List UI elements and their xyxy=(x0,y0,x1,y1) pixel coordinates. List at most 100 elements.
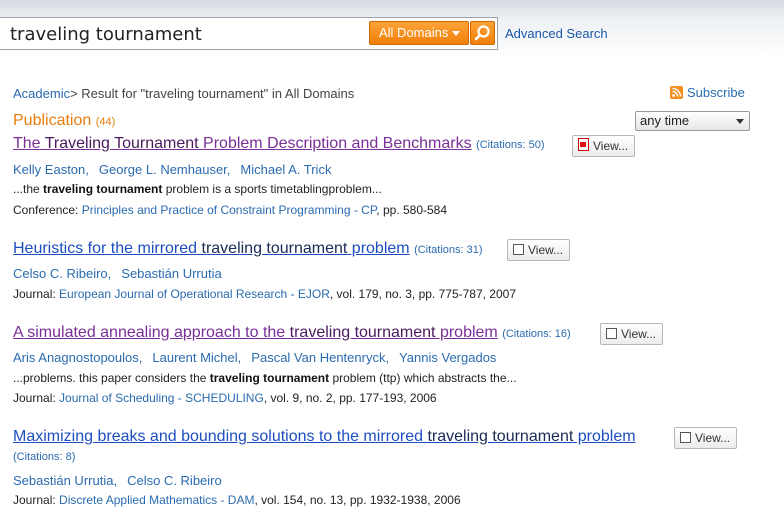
author-separator: , xyxy=(113,473,118,488)
author-list: Celso C. Ribeiro, Sebastián Urrutia xyxy=(13,266,222,281)
venue-link[interactable]: Discrete Applied Mathematics - DAM xyxy=(59,493,254,507)
author-link[interactable]: Kelly Easton xyxy=(13,162,85,177)
author-link[interactable]: Pascal Van Hentenryck xyxy=(251,350,385,365)
section-title: Publication xyxy=(13,112,92,129)
view-button-label: View... xyxy=(528,243,564,257)
venue-type: Conference: xyxy=(13,203,79,217)
author-list: Sebastián Urrutia, Celso C. Ribeiro xyxy=(13,473,222,488)
breadcrumb-academic-link[interactable]: Academic xyxy=(13,86,70,101)
external-link-icon xyxy=(513,244,524,255)
caret-down-icon xyxy=(736,119,744,124)
author-link[interactable]: Aris Anagnostopoulos xyxy=(13,350,139,365)
result-title: Maximizing breaks and bounding solutions… xyxy=(13,428,636,446)
snippet-text: ...problems. this paper considers the xyxy=(13,371,210,385)
citations-link[interactable]: (Citations: 31) xyxy=(414,244,482,256)
subscribe-link[interactable]: Subscribe xyxy=(670,85,745,100)
title-highlight: traveling tournament xyxy=(201,240,348,257)
result-snippet: ...the traveling tournament problem is a… xyxy=(13,182,382,196)
result-title-link[interactable]: A simulated annealing approach to the tr… xyxy=(13,324,498,341)
result-title: A simulated annealing approach to the tr… xyxy=(13,324,571,342)
view-button-label: View... xyxy=(621,327,657,341)
view-button[interactable]: View... xyxy=(600,323,664,345)
venue-type: Journal: xyxy=(13,391,56,405)
result-title-link[interactable]: The Traveling Tournament Problem Descrip… xyxy=(13,135,472,152)
author-link[interactable]: Celso C. Ribeiro xyxy=(13,266,108,281)
author-link[interactable]: Yannis Vergados xyxy=(399,350,496,365)
result-venue: Journal: Discrete Applied Mathematics - … xyxy=(13,493,461,507)
result-title: Heuristics for the mirrored traveling to… xyxy=(13,240,483,258)
citations-link[interactable]: (Citations: 50) xyxy=(476,139,544,151)
view-button-label: View... xyxy=(593,139,629,153)
venue-details: , vol. 179, no. 3, pp. 775-787, 2007 xyxy=(329,287,516,301)
search-query-text: traveling tournament xyxy=(10,24,202,45)
result-venue: Journal: European Journal of Operational… xyxy=(13,287,516,301)
title-highlight: traveling tournament xyxy=(289,324,436,341)
venue-type: Journal: xyxy=(13,493,56,507)
snippet-text: problem (ttp) which abstracts the... xyxy=(329,371,517,385)
author-separator: , xyxy=(237,350,242,365)
title-text: Heuristics for the mirrored xyxy=(13,240,202,257)
title-text: problem xyxy=(347,240,410,257)
venue-link[interactable]: Journal of Scheduling - SCHEDULING xyxy=(59,391,264,405)
view-button[interactable]: View... xyxy=(507,239,571,261)
result-title: The Traveling Tournament Problem Descrip… xyxy=(13,135,545,153)
section-count: (44) xyxy=(95,116,116,128)
domain-dropdown[interactable]: All Domains xyxy=(369,21,469,45)
author-separator: , xyxy=(107,266,112,281)
author-link[interactable]: Michael A. Trick xyxy=(240,162,331,177)
breadcrumb: Academic> Result for "traveling tourname… xyxy=(13,86,354,101)
domain-dropdown-label: All Domains xyxy=(379,25,449,40)
author-link[interactable]: Sebastián Urrutia xyxy=(13,473,113,488)
external-link-icon xyxy=(606,328,617,339)
snippet-text: ...the xyxy=(13,182,44,196)
result-title-link[interactable]: Heuristics for the mirrored traveling to… xyxy=(13,240,410,257)
result-title-link[interactable]: Maximizing breaks and bounding solutions… xyxy=(13,428,636,445)
citations-link[interactable]: (Citations: 8) xyxy=(13,451,75,463)
view-button[interactable]: View... xyxy=(674,427,738,449)
author-separator: , xyxy=(85,162,89,177)
section-heading: Publication (44) xyxy=(13,112,115,130)
snippet-highlight: traveling tournament xyxy=(43,182,163,196)
author-separator: , xyxy=(138,350,143,365)
venue-type: Journal: xyxy=(13,287,56,301)
citations-link[interactable]: (Citations: 16) xyxy=(502,328,570,340)
venue-link[interactable]: Principles and Practice of Constraint Pr… xyxy=(82,203,377,217)
view-button-label: View... xyxy=(695,431,731,445)
time-filter-select[interactable]: any time xyxy=(635,111,750,131)
author-link[interactable]: Sebastián Urrutia xyxy=(121,266,221,281)
title-text: problem xyxy=(573,428,636,445)
subscribe-label: Subscribe xyxy=(687,85,745,100)
venue-link[interactable]: European Journal of Operational Research… xyxy=(59,287,330,301)
snippet-highlight: traveling tournament xyxy=(209,371,330,385)
title-text: Problem Description and Benchmarks xyxy=(198,135,472,152)
result-venue: Conference: Principles and Practice of C… xyxy=(13,203,447,217)
venue-details: , vol. 9, no. 2, pp. 177-193, 2006 xyxy=(263,391,437,405)
advanced-search-link[interactable]: Advanced Search xyxy=(505,26,608,41)
venue-details: , vol. 154, no. 13, pp. 1932-1938, 2006 xyxy=(254,493,461,507)
view-button[interactable]: View... xyxy=(572,135,636,157)
search-button[interactable] xyxy=(470,21,495,45)
result-venue: Journal: Journal of Scheduling - SCHEDUL… xyxy=(13,391,437,405)
author-list: Aris Anagnostopoulos, Laurent Michel, Pasc… xyxy=(13,350,496,365)
title-highlight: traveling tournament xyxy=(427,428,574,445)
author-separator: , xyxy=(226,162,231,177)
title-highlight: Traveling Tournament xyxy=(44,135,199,152)
breadcrumb-text: Result for "traveling tournament" in All… xyxy=(81,86,355,101)
venue-details: , pp. 580-584 xyxy=(376,203,448,217)
rss-icon xyxy=(670,86,683,99)
title-text: problem xyxy=(435,324,498,341)
caret-down-icon xyxy=(452,31,460,36)
author-link[interactable]: Celso C. Ribeiro xyxy=(127,473,222,488)
snippet-text: problem is a sports timetablingproblem..… xyxy=(162,182,382,196)
result-snippet: ...problems. this paper considers the tr… xyxy=(13,371,517,385)
breadcrumb-separator: > xyxy=(70,86,78,101)
pdf-icon xyxy=(578,138,589,151)
author-link[interactable]: George L. Nemhauser xyxy=(99,162,227,177)
title-text: Maximizing breaks and bounding solutions… xyxy=(13,428,428,445)
external-link-icon xyxy=(680,432,691,443)
search-icon xyxy=(474,25,490,41)
author-link[interactable]: Laurent Michel xyxy=(152,350,237,365)
author-list: Kelly Easton, George L. Nemhauser, Michael… xyxy=(13,162,331,177)
time-filter-value: any time xyxy=(640,113,690,128)
title-text: A simulated annealing approach to the xyxy=(13,324,290,341)
